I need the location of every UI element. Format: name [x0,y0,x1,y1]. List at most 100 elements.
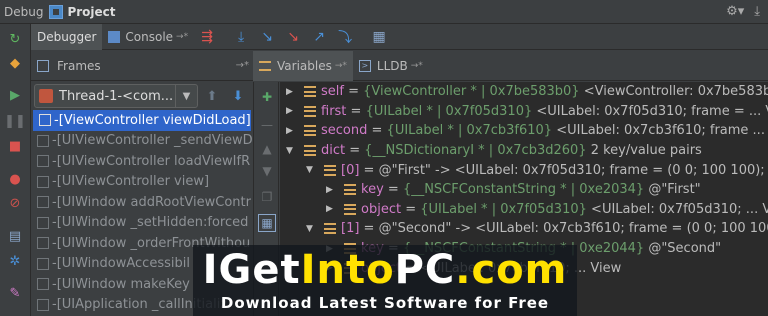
tab-console[interactable]: Console →* [102,24,194,50]
minimize-icon[interactable]: ⤓ [754,4,760,19]
new-watch-icon[interactable]: ✚ [258,88,276,106]
variable-row[interactable]: ▼ dict = {__NSDictionaryI * | 0x7cb3d260}… [280,141,768,161]
variable-row[interactable]: ▶ key = {__NSCFConstantString * | 0xe2034… [280,180,768,200]
variable-equals: = [345,143,365,159]
move-down-icon[interactable]: ▼ [258,162,276,180]
variables-pin: →* [334,60,347,71]
variables-icon [259,60,271,71]
expand-down-icon[interactable]: ▼ [286,146,298,156]
variable-row[interactable]: ▼ [1] = @"Second" -> <UILabel: 0x7cb3f610… [280,219,768,239]
variable-row[interactable]: ▶ second = {UILabel * | 0x7cb3f610} <UILa… [280,121,768,141]
frame-item[interactable]: -[UIWindow addRootViewContr [31,192,253,213]
variable-equals: = [359,162,379,178]
tab-console-pin: →* [176,31,189,42]
settings-icon[interactable]: ✲ [6,252,24,270]
frame-item[interactable]: -[UIViewController _sendViewD [31,131,253,152]
show-execution-point-icon[interactable]: ⇶ [194,24,220,50]
field-icon [344,184,356,196]
pause-icon[interactable]: ❚❚ [4,112,26,130]
expand-right-icon[interactable]: ▶ [326,185,338,195]
move-up-icon[interactable]: ▲ [258,140,276,158]
frame-icon [37,237,49,250]
thread-row: Thread-1-<com... ▼ ⬆ ⬇ [31,82,253,110]
variable-name: object [361,201,402,217]
thread-dropdown[interactable]: Thread-1-<com... ▼ [34,84,198,108]
pin-icon[interactable]: ✎ [6,284,24,302]
mute-breakpoints-icon[interactable]: ⊘ [6,194,24,212]
field-icon [304,125,316,137]
frame-item[interactable]: -[UIWindow _setHidden:forced [31,213,253,234]
resume-icon[interactable]: ▶ [6,86,24,104]
variable-type: {UILabel * | 0x7f05d310} [420,201,587,217]
variable-value: <UILabel: 0x7f05d310; ... View [591,201,768,217]
variable-name: key [361,182,384,198]
tab-console-label: Console [125,29,174,44]
step-out-icon[interactable]: ↗ [306,24,332,50]
expand-down-icon[interactable]: ▼ [306,224,318,234]
expand-right-icon[interactable]: ▶ [286,106,298,116]
frame-icon [37,134,49,147]
chevron-down-icon[interactable]: ▼ [175,85,197,107]
copy-icon[interactable]: ❐ [258,188,276,206]
layout-icon[interactable]: ▤ [6,227,24,245]
tab-debugger[interactable]: Debugger [31,23,103,50]
gear-icon[interactable]: ⚙▾ [726,4,744,19]
tab-variables[interactable]: Variables →* [253,50,353,81]
frame-item[interactable]: -[UIViewController loadViewIfR [31,151,253,172]
variables-panel-header: Variables →* > LLDB →* [253,50,768,81]
force-step-into-icon[interactable]: ↘ [280,24,306,50]
rerun-icon[interactable]: ↻ [6,30,24,48]
expand-down-icon[interactable]: ▼ [306,165,318,175]
frame-icon [37,257,49,270]
lldb-pin: →* [410,60,423,71]
variable-row[interactable]: ▼ [0] = @"First" -> <UILabel: 0x7f05d310;… [280,160,768,180]
field-icon [324,223,336,235]
variable-value: <ViewController: 0x7be583b0> [583,84,768,100]
remove-watch-icon[interactable]: — [258,116,276,134]
expand-right-icon[interactable]: ▶ [326,204,338,214]
variable-row[interactable]: ▶ object = {UILabel * | 0x7f05d310} <UILa… [280,200,768,220]
app-title: Debug [4,4,44,19]
frame-up-icon[interactable]: ⬆ [200,84,224,108]
field-icon [324,164,336,176]
evaluate-expression-icon[interactable]: ▦ [366,24,392,50]
frames-icon [37,59,49,72]
expand-right-icon[interactable]: ▶ [286,87,298,97]
variable-equals: = [346,103,366,119]
variable-type: {UILabel * | 0x7f05d310} [365,103,533,119]
variable-value: <UILabel: 0x7f05d310; frame = ... View [536,103,768,119]
variable-value: <UILabel: 0x7cb3f610; frame ... View [556,123,768,139]
watches-layout-icon[interactable]: ▦ [258,214,276,232]
title-bar: Debug Project ⚙▾ ⤓ [0,0,768,24]
expand-right-icon[interactable]: ▶ [286,126,298,136]
frame-item[interactable]: -[ViewController viewDidLoad] [33,110,251,131]
stop-icon[interactable]: ■ [6,137,24,155]
project-icon [49,4,64,19]
attach-icon[interactable]: ◆ [6,54,24,72]
console-icon [108,30,121,43]
variable-row[interactable]: ▶ self = {ViewController * | 0x7be583b0} … [280,82,768,102]
project-title: Project [67,4,116,19]
thread-icon [39,89,53,103]
variable-equals: = [359,221,379,237]
tab-variables-label: Variables [277,58,332,73]
terminal-icon: > [358,59,371,72]
tab-lldb[interactable]: > LLDB →* [353,51,429,81]
frame-icon [37,196,49,209]
run-to-cursor-icon[interactable]: ⤵ [332,24,358,50]
variable-equals: = [401,201,421,217]
variable-name: second [321,123,368,139]
watermark-title: IGetIntoPC.com [202,247,568,293]
frame-down-icon[interactable]: ⬇ [226,84,250,108]
step-into-icon[interactable]: ↘ [254,24,280,50]
frames-pin[interactable]: →* [236,60,249,71]
field-icon [304,86,316,98]
debug-tab-row: Debugger Console →* ⇶ ⤓ ↘ ↘ ↗ ⤵ ▦ [31,23,768,50]
variable-equals: = [383,182,403,198]
step-over-icon[interactable]: ⤓ [228,24,254,50]
frame-item[interactable]: -[UIViewController view] [31,172,253,193]
variable-type: {ViewController * | 0x7be583b0} [363,84,580,100]
variable-row[interactable]: ▶ first = {UILabel * | 0x7f05d310} <UILab… [280,102,768,122]
variable-value: @"First" [648,182,701,198]
view-breakpoints-icon[interactable]: ● [6,170,24,188]
